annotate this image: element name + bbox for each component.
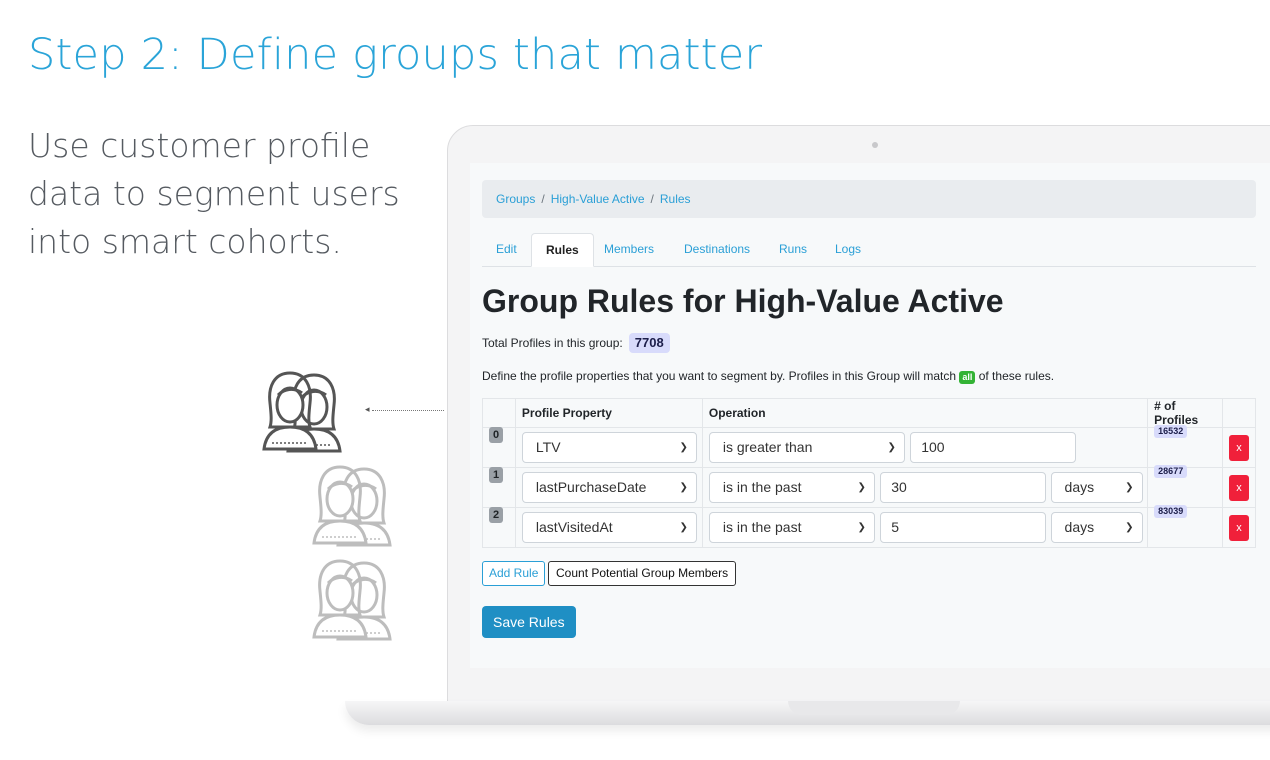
operation-value: is greater than	[722, 439, 813, 455]
profiles-cell: 28677	[1147, 464, 1223, 508]
breadcrumb-groups[interactable]: Groups	[496, 192, 535, 206]
tab-runs[interactable]: Runs	[765, 233, 821, 266]
header-profiles: # of Profiles	[1147, 398, 1223, 428]
tab-bar: Edit Rules Members Destinations Runs Log…	[482, 233, 1256, 267]
tab-destinations[interactable]: Destinations	[670, 233, 764, 266]
people-illustration	[262, 371, 392, 641]
rules-description-text: Define the profile properties that you w…	[482, 369, 957, 383]
actions-cell: x	[1222, 427, 1256, 468]
remove-rule-button[interactable]: x	[1229, 514, 1249, 541]
add-rule-button[interactable]: Add Rule	[482, 561, 546, 586]
row-index-cell: 2	[482, 506, 516, 548]
chevron-down-icon: ❯	[679, 482, 688, 493]
operation-select[interactable]: is greater than ❯	[708, 432, 905, 463]
count-members-button[interactable]: Count Potential Group Members	[548, 561, 737, 586]
profiles-cell: 83039	[1147, 504, 1223, 548]
hero-headline: Step 2: Define groups that matter	[28, 30, 763, 80]
operation-cell: is in the past ❯ 5 days ❯	[701, 507, 1149, 548]
profiles-count-badge: 16532	[1154, 424, 1188, 438]
app-screen: Groups / High-Value Active / Rules Edit Rule…	[470, 163, 1270, 668]
rules-description: Define the profile properties that you w…	[482, 368, 1054, 384]
operation-value: is in the past	[722, 479, 802, 495]
breadcrumb-separator: /	[650, 192, 654, 206]
total-profiles-label: Total Profiles in this group:	[482, 336, 623, 350]
row-index: 1	[489, 466, 503, 483]
total-profiles-count: 7708	[628, 333, 670, 353]
operation-cell: is greater than ❯ 100	[701, 427, 1149, 468]
property-value: lastVisitedAt	[535, 519, 613, 535]
row-index: 0	[489, 426, 503, 443]
property-select[interactable]: lastPurchaseDate ❯	[521, 472, 697, 503]
chevron-down-icon: ❯	[679, 442, 688, 453]
arrow-left-icon: ◂	[365, 405, 370, 415]
person-faded-icon	[312, 559, 368, 639]
breadcrumb: Groups / High-Value Active / Rules	[482, 180, 1256, 218]
row-index-cell: 0	[482, 426, 516, 468]
unit-select[interactable]: days ❯	[1050, 472, 1143, 503]
property-cell: lastVisitedAt ❯	[514, 507, 703, 548]
remove-rule-button[interactable]: x	[1229, 434, 1249, 461]
total-profiles: Total Profiles in this group: 7708	[482, 333, 670, 353]
tab-logs[interactable]: Logs	[821, 233, 875, 266]
profiles-count-badge: 28677	[1154, 464, 1188, 478]
page-title: Group Rules for High-Value Active	[482, 283, 1004, 319]
table-row: 2 lastVisitedAt ❯ is in the past ❯ 5 days ❯…	[482, 504, 1256, 548]
table-row: 0 LTV ❯ is greater than ❯ 100 16532 x	[482, 424, 1256, 468]
unit-select[interactable]: days ❯	[1050, 512, 1143, 543]
camera-icon	[872, 142, 878, 148]
value-input[interactable]: 5	[880, 512, 1047, 543]
laptop-notch	[788, 701, 960, 715]
property-select[interactable]: lastVisitedAt ❯	[521, 512, 697, 543]
chevron-down-icon: ❯	[1125, 522, 1134, 533]
pointer-line	[372, 410, 444, 411]
tab-members[interactable]: Members	[590, 233, 668, 266]
breadcrumb-group[interactable]: High-Value Active	[551, 192, 645, 206]
rules-table: Profile Property Operation # of Profiles…	[482, 398, 1256, 548]
profiles-cell: 16532	[1147, 424, 1223, 468]
operation-value: is in the past	[722, 519, 802, 535]
rules-table-header: Profile Property Operation # of Profiles	[482, 398, 1256, 428]
chevron-down-icon: ❯	[679, 522, 688, 533]
actions-cell: x	[1222, 467, 1256, 508]
remove-rule-button[interactable]: x	[1229, 474, 1249, 501]
chevron-down-icon: ❯	[887, 442, 896, 453]
rules-description-suffix: of these rules.	[978, 369, 1055, 383]
save-rules-button[interactable]: Save Rules	[482, 606, 576, 638]
breadcrumb-rules[interactable]: Rules	[660, 192, 691, 206]
actions-cell: x	[1222, 507, 1256, 548]
profiles-count-badge: 83039	[1154, 504, 1188, 518]
property-cell: LTV ❯	[514, 427, 703, 468]
property-value: LTV	[535, 439, 561, 455]
header-operation: Operation	[701, 398, 1149, 428]
chevron-down-icon: ❯	[857, 522, 866, 533]
operation-select[interactable]: is in the past ❯	[708, 472, 875, 503]
person-active-icon	[262, 371, 318, 451]
property-value: lastPurchaseDate	[535, 479, 647, 495]
tab-rules[interactable]: Rules	[531, 233, 594, 267]
unit-value: days	[1064, 519, 1095, 535]
table-row: 1 lastPurchaseDate ❯ is in the past ❯ 30 d…	[482, 464, 1256, 508]
operation-cell: is in the past ❯ 30 days ❯	[701, 467, 1149, 508]
value-input[interactable]: 100	[910, 432, 1077, 463]
property-select[interactable]: LTV ❯	[521, 432, 697, 463]
header-index	[482, 398, 516, 428]
unit-value: days	[1064, 479, 1095, 495]
match-mode-badge[interactable]: all	[959, 371, 976, 384]
value-input[interactable]: 30	[880, 472, 1047, 503]
row-index-cell: 1	[482, 466, 516, 508]
property-cell: lastPurchaseDate ❯	[514, 467, 703, 508]
breadcrumb-separator: /	[541, 192, 545, 206]
hero-subtext: Use customer profile data to segment use…	[28, 126, 400, 261]
row-index: 2	[489, 506, 503, 523]
person-faded-icon	[312, 465, 368, 545]
chevron-down-icon: ❯	[1125, 482, 1134, 493]
header-property: Profile Property	[514, 398, 703, 428]
tab-edit[interactable]: Edit	[482, 233, 531, 266]
chevron-down-icon: ❯	[857, 482, 866, 493]
header-actions	[1222, 398, 1256, 428]
operation-select[interactable]: is in the past ❯	[708, 512, 875, 543]
